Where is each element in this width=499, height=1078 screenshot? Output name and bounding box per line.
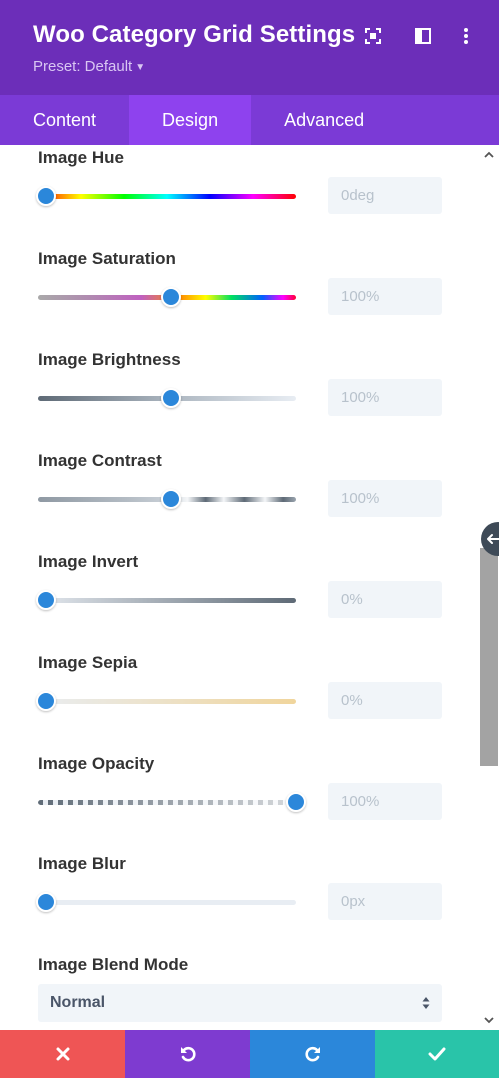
setting-image-hue: Image Hue 0deg bbox=[36, 148, 442, 218]
setting-image-saturation: Image Saturation 100% bbox=[38, 249, 442, 319]
preset-selector[interactable]: Preset: Default ▼ bbox=[33, 58, 145, 75]
setting-label: Image Opacity bbox=[38, 754, 155, 773]
setting-label: Image Sepia bbox=[38, 653, 138, 672]
focus-icon[interactable] bbox=[362, 25, 384, 47]
setting-image-blend-mode: Image Blend Mode Normal bbox=[38, 955, 442, 1030]
setting-label: Image Blur bbox=[38, 854, 126, 873]
setting-label: Image Hue bbox=[38, 148, 124, 167]
setting-label: Image Contrast bbox=[38, 451, 162, 470]
sidebar-toggle-icon[interactable] bbox=[412, 25, 434, 47]
slider-track[interactable] bbox=[38, 598, 296, 603]
slider-handle[interactable] bbox=[36, 186, 56, 206]
tab-advanced[interactable]: Advanced bbox=[251, 95, 397, 145]
value-input[interactable]: 0% bbox=[328, 581, 442, 618]
slider-track[interactable] bbox=[38, 800, 296, 805]
caret-down-icon: ▼ bbox=[135, 62, 146, 73]
value-input[interactable]: 100% bbox=[328, 480, 442, 517]
slider-track[interactable] bbox=[38, 699, 296, 704]
setting-image-opacity: Image Opacity 100% bbox=[38, 754, 442, 824]
modal-header: Woo Category Grid Settings Preset: Defau… bbox=[0, 0, 499, 95]
scrollbar[interactable] bbox=[479, 145, 499, 1030]
save-button[interactable] bbox=[375, 1030, 499, 1078]
value-input[interactable]: 0px bbox=[328, 883, 442, 920]
setting-image-contrast: Image Contrast 100% bbox=[38, 451, 442, 521]
tab-content[interactable]: Content bbox=[0, 95, 129, 145]
undo-icon bbox=[180, 1046, 196, 1062]
chevron-down-icon[interactable] bbox=[484, 1015, 494, 1025]
value-input[interactable]: 0% bbox=[328, 682, 442, 719]
setting-label: Image Brightness bbox=[38, 350, 181, 369]
slider-handle[interactable] bbox=[161, 489, 181, 509]
value-input[interactable]: 100% bbox=[328, 783, 442, 820]
blend-mode-select[interactable]: Normal bbox=[38, 984, 442, 1022]
setting-label: Image Invert bbox=[38, 552, 139, 571]
redo-button[interactable] bbox=[250, 1030, 375, 1078]
arrow-left-right-icon bbox=[487, 534, 499, 544]
select-arrows-icon bbox=[422, 997, 430, 1009]
slider-track[interactable] bbox=[38, 194, 296, 199]
slider-handle[interactable] bbox=[286, 792, 306, 812]
tab-design[interactable]: Design bbox=[129, 95, 252, 145]
chevron-up-icon[interactable] bbox=[484, 150, 494, 160]
value-input[interactable]: 100% bbox=[328, 379, 442, 416]
check-icon bbox=[428, 1047, 446, 1061]
preset-label: Preset: Default bbox=[33, 58, 133, 75]
setting-image-sepia: Image Sepia 0% bbox=[36, 653, 442, 723]
settings-panel: Image Hue 0deg Image Saturation 100% Ima… bbox=[0, 145, 479, 1030]
setting-image-brightness: Image Brightness 100% bbox=[38, 350, 442, 420]
discard-button[interactable] bbox=[0, 1030, 125, 1078]
action-bar bbox=[0, 1030, 499, 1078]
undo-button[interactable] bbox=[125, 1030, 250, 1078]
slider-handle[interactable] bbox=[36, 892, 56, 912]
modal-title: Woo Category Grid Settings bbox=[33, 21, 356, 48]
close-icon bbox=[56, 1047, 69, 1061]
value-input[interactable]: 100% bbox=[328, 278, 442, 315]
setting-image-blur: Image Blur 0px bbox=[36, 854, 442, 924]
redo-icon bbox=[304, 1046, 320, 1062]
more-options-icon[interactable] bbox=[455, 25, 477, 47]
slider-handle[interactable] bbox=[161, 388, 181, 408]
scrollbar-thumb[interactable] bbox=[480, 548, 498, 766]
slider-track[interactable] bbox=[38, 900, 296, 905]
slider-handle[interactable] bbox=[36, 590, 56, 610]
setting-label: Image Saturation bbox=[38, 249, 176, 268]
setting-label: Image Blend Mode bbox=[38, 955, 189, 974]
select-value: Normal bbox=[50, 994, 106, 1011]
setting-image-invert: Image Invert 0% bbox=[36, 552, 442, 622]
value-input[interactable]: 0deg bbox=[328, 177, 442, 214]
slider-handle[interactable] bbox=[36, 691, 56, 711]
slider-handle[interactable] bbox=[161, 287, 181, 307]
tab-bar: Content Design Advanced bbox=[0, 95, 499, 145]
